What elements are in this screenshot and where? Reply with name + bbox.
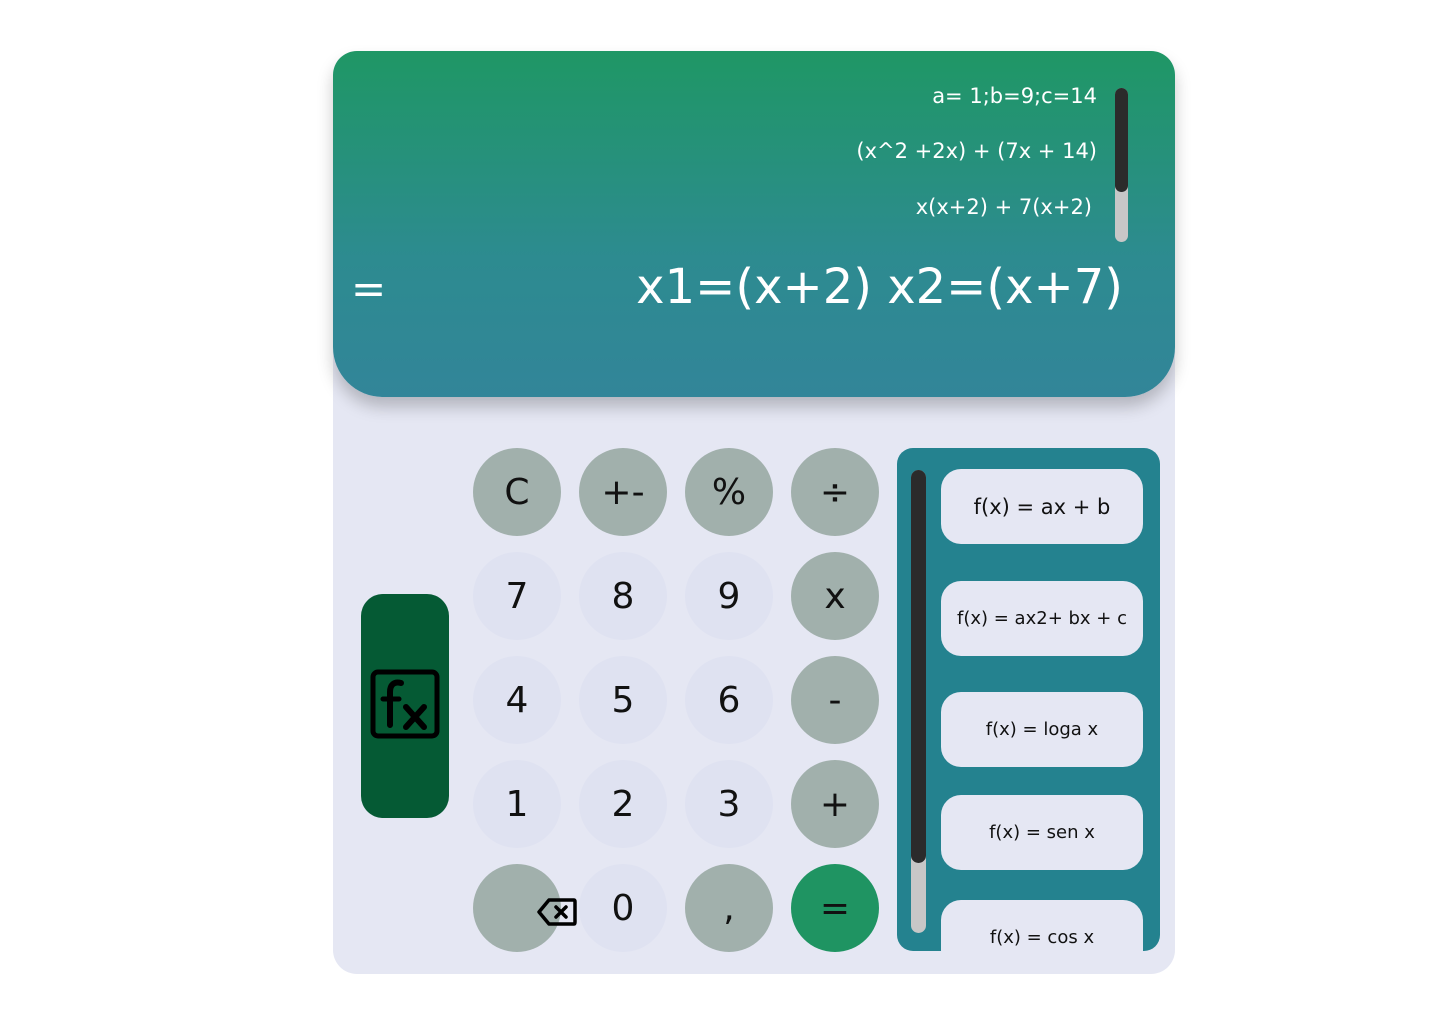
digit-1-button[interactable]: 1 <box>473 760 561 848</box>
multiply-button[interactable]: x <box>791 552 879 640</box>
history-scrollbar-thumb[interactable] <box>1115 88 1128 192</box>
function-mode-button[interactable] <box>361 594 449 818</box>
function-panel-scrollbar-thumb[interactable] <box>911 470 926 863</box>
result-text: x1=(x+2) x2=(x+7) <box>636 259 1123 315</box>
digit-0-button[interactable]: 0 <box>579 864 667 952</box>
digit-6-button[interactable]: 6 <box>685 656 773 744</box>
function-cosine-button[interactable]: f(x) = cos x <box>941 900 1143 951</box>
function-sine-button[interactable]: f(x) = sen x <box>941 795 1143 870</box>
function-fx-icon <box>370 669 440 743</box>
minus-button[interactable]: - <box>791 656 879 744</box>
function-quadratic-button[interactable]: f(x) = ax2+ bx + c <box>941 581 1143 656</box>
digit-4-button[interactable]: 4 <box>473 656 561 744</box>
equals-indicator: = <box>351 264 387 313</box>
function-panel-scrollbar[interactable] <box>911 470 926 933</box>
history-scrollbar[interactable] <box>1115 88 1128 242</box>
clear-button[interactable]: C <box>473 448 561 536</box>
digit-2-button[interactable]: 2 <box>579 760 667 848</box>
comma-button[interactable]: , <box>685 864 773 952</box>
history-line: (x^2 +2x) + (7x + 14) <box>856 139 1097 163</box>
digit-5-button[interactable]: 5 <box>579 656 667 744</box>
backspace-icon <box>537 894 577 935</box>
divide-button[interactable]: ÷ <box>791 448 879 536</box>
function-panel: f(x) = ax + b f(x) = ax2+ bx + c f(x) = … <box>897 448 1160 951</box>
backspace-button[interactable] <box>473 864 577 952</box>
digit-8-button[interactable]: 8 <box>579 552 667 640</box>
function-linear-button[interactable]: f(x) = ax + b <box>941 469 1143 544</box>
digit-7-button[interactable]: 7 <box>473 552 561 640</box>
history-line: x(x+2) + 7(x+2) <box>915 195 1092 219</box>
equals-button[interactable]: = <box>791 864 879 952</box>
calculator-display: a= 1;b=9;c=14 (x^2 +2x) + (7x + 14) x(x+… <box>333 51 1175 397</box>
percent-button[interactable]: % <box>685 448 773 536</box>
plus-minus-button[interactable]: +- <box>579 448 667 536</box>
digit-3-button[interactable]: 3 <box>685 760 773 848</box>
history-line: a= 1;b=9;c=14 <box>932 84 1097 108</box>
function-log-button[interactable]: f(x) = loga x <box>941 692 1143 767</box>
plus-button[interactable]: + <box>791 760 879 848</box>
digit-9-button[interactable]: 9 <box>685 552 773 640</box>
